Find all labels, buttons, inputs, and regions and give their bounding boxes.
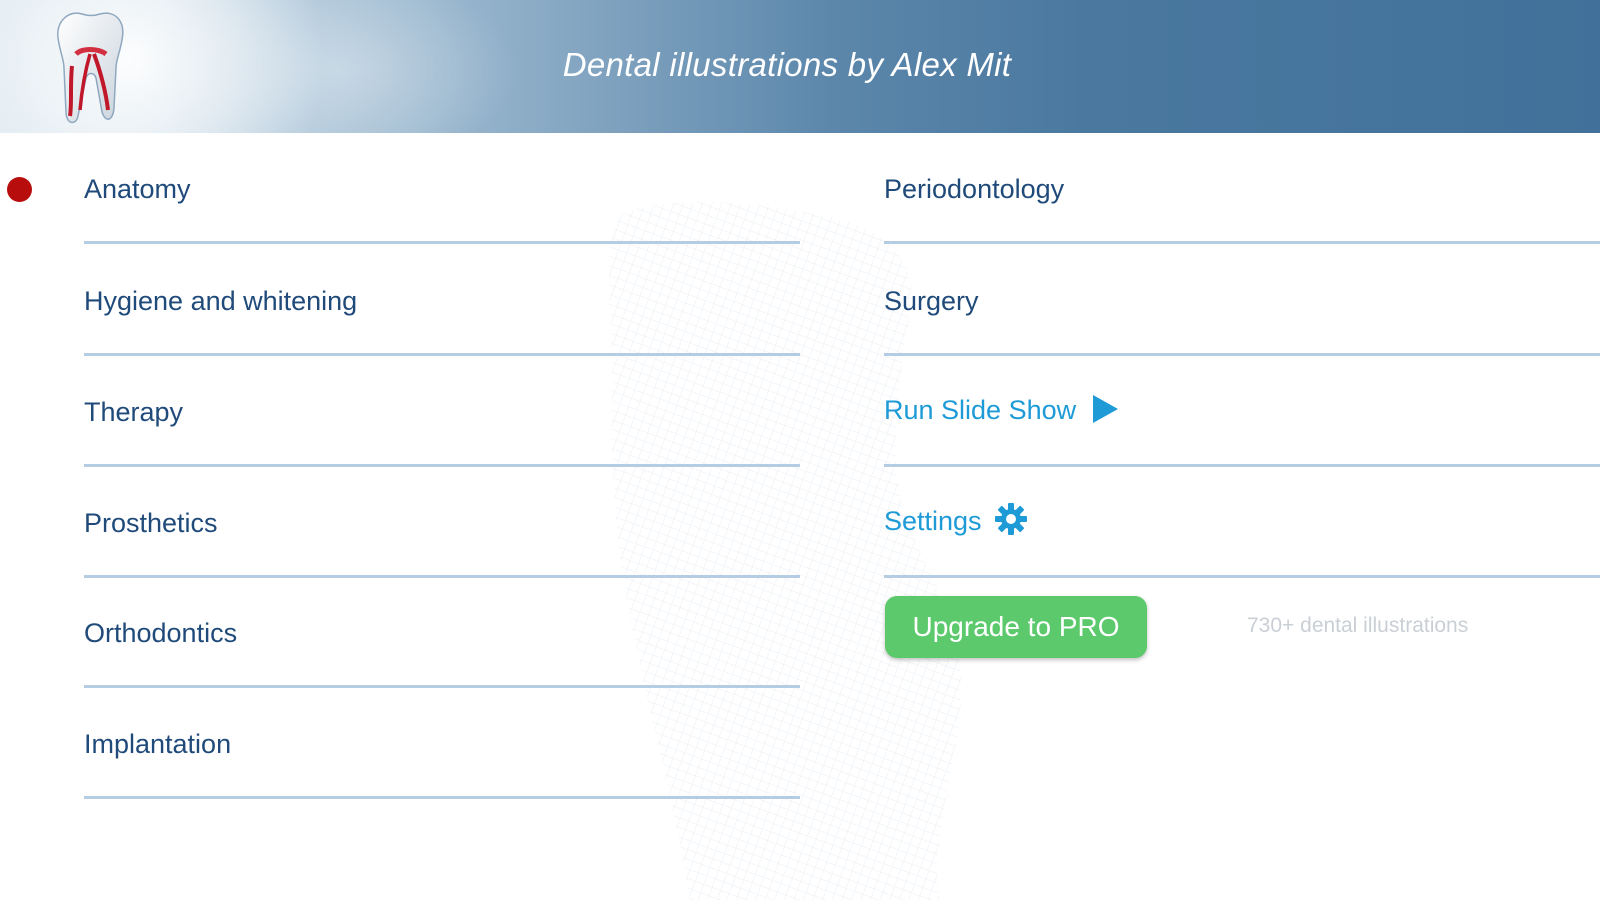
divider bbox=[884, 464, 1600, 467]
divider bbox=[84, 353, 800, 356]
header-banner: Dental illustrations by Alex Mit bbox=[0, 0, 1600, 133]
upgrade-to-pro-button[interactable]: Upgrade to PRO bbox=[885, 596, 1147, 658]
run-slide-show-button[interactable]: Run Slide Show bbox=[884, 357, 1600, 467]
menu-item-label: Anatomy bbox=[84, 174, 191, 204]
menu-item-prosthetics[interactable]: Prosthetics bbox=[84, 468, 800, 578]
gear-icon bbox=[994, 502, 1027, 535]
app-window: Dental illustrations by Alex Mit Anatomy… bbox=[0, 0, 1600, 900]
menu-item-label: Surgery bbox=[884, 286, 979, 316]
divider bbox=[84, 796, 800, 799]
settings-row: Settings bbox=[884, 502, 1028, 537]
menu-item-label: Prosthetics bbox=[84, 508, 218, 538]
play-icon bbox=[1093, 394, 1119, 423]
divider bbox=[884, 241, 1600, 244]
menu-item-periodontology[interactable]: Periodontology bbox=[884, 134, 1600, 244]
menu-item-label: Implantation bbox=[84, 729, 232, 759]
menu-item-anatomy[interactable]: Anatomy bbox=[84, 134, 800, 244]
divider bbox=[84, 464, 800, 467]
menu-item-surgery[interactable]: Surgery bbox=[884, 246, 1600, 356]
divider bbox=[84, 685, 800, 688]
menu-item-label: Periodontology bbox=[884, 174, 1065, 204]
settings-label: Settings bbox=[884, 506, 982, 536]
menu-item-hygiene-whitening[interactable]: Hygiene and whitening bbox=[84, 246, 800, 356]
menu-item-implantation[interactable]: Implantation bbox=[84, 689, 800, 799]
menu-item-label: Orthodontics bbox=[84, 618, 238, 648]
slideshow-label: Run Slide Show bbox=[884, 395, 1077, 425]
divider bbox=[884, 353, 1600, 356]
pro-feature-note: 730+ dental illustrations bbox=[1247, 614, 1469, 637]
settings-button[interactable]: Settings bbox=[884, 468, 1600, 578]
app-title: Dental illustrations by Alex Mit bbox=[562, 46, 1012, 83]
menu-item-label: Therapy bbox=[84, 397, 184, 427]
slideshow-row: Run Slide Show bbox=[884, 394, 1120, 426]
selected-indicator-dot bbox=[7, 177, 32, 202]
menu-item-therapy[interactable]: Therapy bbox=[84, 357, 800, 467]
divider bbox=[84, 241, 800, 244]
menu-item-orthodontics[interactable]: Orthodontics bbox=[84, 578, 800, 688]
menu-item-label: Hygiene and whitening bbox=[84, 286, 358, 316]
divider bbox=[884, 575, 1600, 578]
